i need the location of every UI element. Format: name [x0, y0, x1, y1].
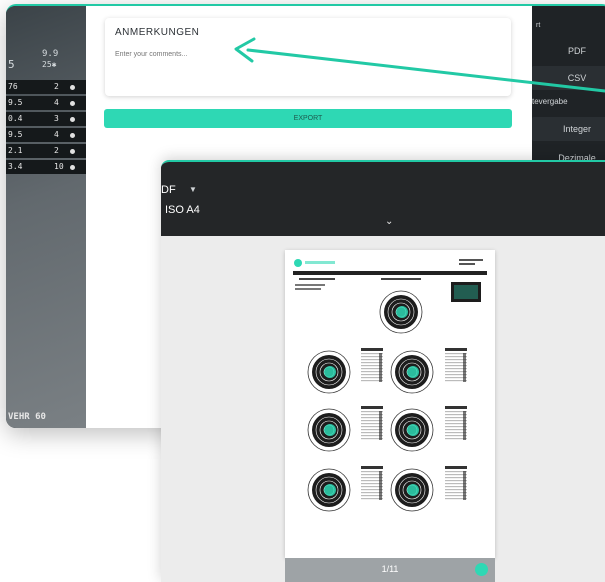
shot-count: 2 [54, 82, 59, 91]
export-button[interactable]: EXPORT [104, 109, 512, 128]
header-value: 9.9 [42, 49, 59, 59]
discipline-label: VEHR 60 [8, 412, 46, 422]
dot-icon [70, 165, 75, 170]
pdf-preview-window: DF ▼ ISO A4 ⌄ 1/11 [161, 160, 605, 582]
precision-label: tevergabe [532, 97, 568, 106]
chevron-down-icon[interactable]: ⌄ [385, 216, 393, 227]
dot-icon [70, 101, 75, 106]
preview-toolbar: DF ▼ ISO A4 ⌄ [161, 162, 605, 236]
shot-count: 2 [54, 146, 59, 155]
page-navigation-bar: 1/11 [285, 558, 495, 582]
shot-value: 76 [8, 82, 18, 91]
header-index: 5 [8, 58, 15, 71]
comments-input[interactable] [115, 46, 495, 62]
check-circle-icon[interactable] [475, 563, 488, 576]
dot-icon [70, 133, 75, 138]
page-content-graphic [293, 259, 487, 512]
paper-size-select[interactable]: ISO A4 [165, 204, 200, 216]
dot-icon [70, 117, 75, 122]
shot-list-panel: 9.9 5 25✱ 76 2 9.5 4 0.4 3 9.5 4 2.1 2 3.4 10 … [6, 6, 86, 428]
dot-icon [70, 149, 75, 154]
options-heading: rt [536, 22, 541, 29]
shot-row[interactable]: 9.5 4 [6, 128, 86, 142]
notes-title: ANMERKUNGEN [115, 27, 200, 38]
shot-value: 9.5 [8, 98, 23, 107]
page-counter: 1/11 [381, 564, 399, 574]
shot-count: 4 [54, 130, 59, 139]
dot-icon [70, 85, 75, 90]
header-total: 25✱ [42, 60, 57, 69]
shot-value: 0.4 [8, 114, 23, 123]
shot-count: 4 [54, 98, 59, 107]
shot-rows: 76 2 9.5 4 0.4 3 9.5 4 2.1 2 3.4 10 [6, 80, 86, 176]
shot-row[interactable]: 76 2 [6, 80, 86, 94]
shot-list-header: 9.9 5 25✱ [6, 42, 86, 76]
shot-value: 3.4 [8, 162, 23, 171]
format-select[interactable]: DF [161, 184, 176, 196]
shot-row[interactable]: 3.4 10 [6, 160, 86, 174]
shot-row[interactable]: 9.5 4 [6, 96, 86, 110]
caret-down-icon[interactable]: ▼ [189, 185, 197, 194]
shot-count: 10 [54, 162, 64, 171]
precision-integer-option[interactable]: Integer [532, 117, 605, 141]
shot-value: 2.1 [8, 146, 23, 155]
shot-row[interactable]: 2.1 2 [6, 144, 86, 158]
format-pdf-option[interactable]: PDF [532, 46, 605, 56]
shot-count: 3 [54, 114, 59, 123]
notes-card: ANMERKUNGEN [105, 18, 511, 96]
shot-value: 9.5 [8, 130, 23, 139]
pdf-page-thumbnail [285, 250, 495, 558]
shot-row[interactable]: 0.4 3 [6, 112, 86, 126]
format-csv-option[interactable]: CSV [532, 66, 605, 90]
